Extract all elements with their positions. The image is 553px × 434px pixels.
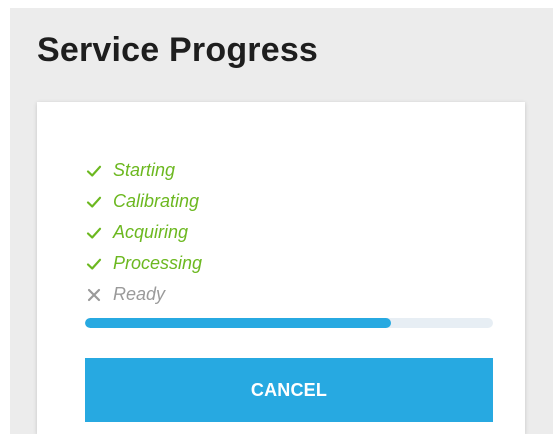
check-icon	[85, 162, 103, 180]
step-item-ready: Ready	[85, 279, 202, 310]
step-label: Processing	[113, 253, 203, 273]
progress-card: Starting Calibrating Acquiring Processin…	[37, 102, 525, 434]
check-icon	[85, 224, 103, 242]
step-list: Starting Calibrating Acquiring Processin…	[85, 155, 202, 310]
step-label: Ready	[113, 284, 166, 304]
step-item-calibrating: Calibrating	[85, 186, 202, 217]
check-icon	[85, 193, 103, 211]
cancel-button[interactable]: CANCEL	[85, 358, 493, 422]
step-label: Starting	[113, 160, 176, 180]
progress-bar-fill	[85, 318, 391, 328]
step-item-acquiring: Acquiring	[85, 217, 202, 248]
page-title: Service Progress	[37, 31, 319, 69]
step-item-processing: Processing	[85, 248, 202, 279]
progress-bar	[85, 318, 493, 328]
x-icon	[85, 286, 103, 304]
check-icon	[85, 255, 103, 273]
step-label: Acquiring	[113, 222, 189, 242]
step-item-starting: Starting	[85, 155, 202, 186]
step-label: Calibrating	[113, 191, 200, 211]
